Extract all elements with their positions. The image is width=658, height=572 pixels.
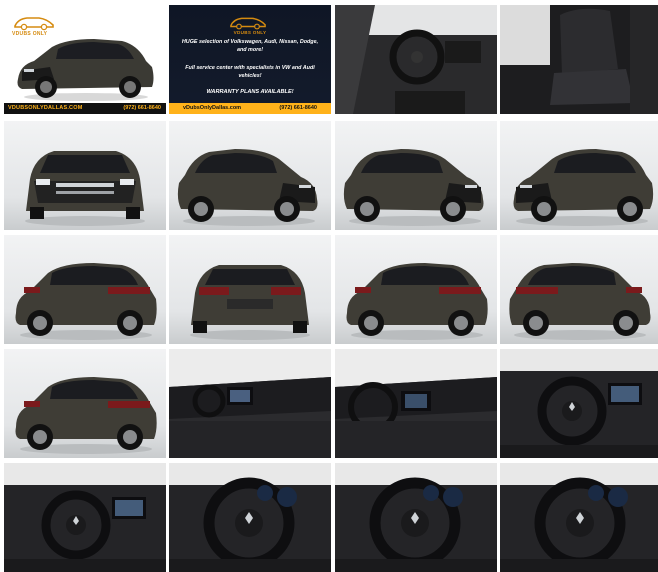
dealer-banner-logo-tile[interactable]: VDUBS ONLY VDUBSONLYDALLAS.COM (972) 661… [4,5,166,114]
photo-image [335,349,497,458]
photo-thumbnail-interior-gauges[interactable] [500,463,658,572]
banner-contact-strip: vDubsOnlyDallas.com (972) 661-8640 [169,103,331,114]
photo-image [500,5,658,114]
photo-thumbnail-exterior-front-left-2[interactable] [335,121,497,230]
photo-image [169,235,331,344]
dealer-phone[interactable]: (972) 661-8640 [279,105,317,111]
photo-thumbnail-interior-steering-closeup-2[interactable] [335,463,497,572]
car-logo-icon [230,17,266,30]
photo-image [169,463,331,572]
photo-image [335,463,497,572]
photo-image [335,121,497,230]
photo-thumbnail-exterior-rear[interactable] [169,235,331,344]
photo-thumbnail-dealer-banner[interactable]: VDUBS ONLY HUGE selection of Volkswagen,… [169,5,331,114]
photo-thumbnail-exterior-rear-left[interactable] [4,235,166,344]
photo-thumbnail-interior-front-seats[interactable] [500,5,658,114]
banner-line-service: Full service center with specialists in … [185,65,315,79]
photo-image [4,121,166,230]
photo-image [4,349,166,458]
photo-thumbnail-interior-dash-passenger[interactable] [169,349,331,458]
photo-thumbnail-interior-cockpit[interactable] [4,463,166,572]
photo-thumbnail-exterior-front[interactable] [4,121,166,230]
photo-thumbnail-exterior-side-rear[interactable] [500,235,658,344]
photo-thumbnail-exterior-front-left[interactable] [169,121,331,230]
photo-image [335,5,497,114]
photo-gallery: VDUBS ONLY VDUBSONLYDALLAS.COM (972) 661… [0,0,658,572]
dealer-phone[interactable]: (972) 661-8640 [123,105,161,111]
photo-image [500,349,658,458]
banner-contact-strip: VDUBSONLYDALLAS.COM (972) 661-8640 [4,103,166,114]
photo-thumbnail-exterior-front-right[interactable] [500,121,658,230]
photo-thumbnail-interior-steering[interactable] [500,349,658,458]
banner-line-warranty: WARRANTY PLANS AVAILABLE! [206,89,294,95]
photo-thumbnail-interior-steering-closeup[interactable] [169,463,331,572]
photo-thumbnail-exterior-front-quarter[interactable]: VDUBS ONLY VDUBSONLYDALLAS.COM (972) 661… [4,5,166,114]
dealer-url[interactable]: vDubsOnlyDallas.com [183,105,241,111]
photo-image [500,235,658,344]
photo-image [169,349,331,458]
brand-name: VDUBS ONLY [233,30,267,35]
photo-image [4,235,166,344]
photo-thumbnail-exterior-rear-quarter[interactable] [4,349,166,458]
photo-image [500,121,658,230]
dealer-banner-info-tile[interactable]: VDUBS ONLY HUGE selection of Volkswagen,… [169,5,331,114]
dealer-url[interactable]: VDUBSONLYDALLAS.COM [8,105,83,111]
car-photo [17,39,154,101]
photo-image [4,463,166,572]
photo-thumbnail-interior-dash-center[interactable] [335,349,497,458]
photo-image [169,121,331,230]
banner-line-selection: HUGE selection of Volkswagen, Audi, Niss… [181,39,319,53]
photo-image [500,463,658,572]
photo-thumbnail-exterior-rear-right[interactable] [335,235,497,344]
photo-image [335,235,497,344]
photo-thumbnail-interior-driver-door[interactable] [335,5,497,114]
